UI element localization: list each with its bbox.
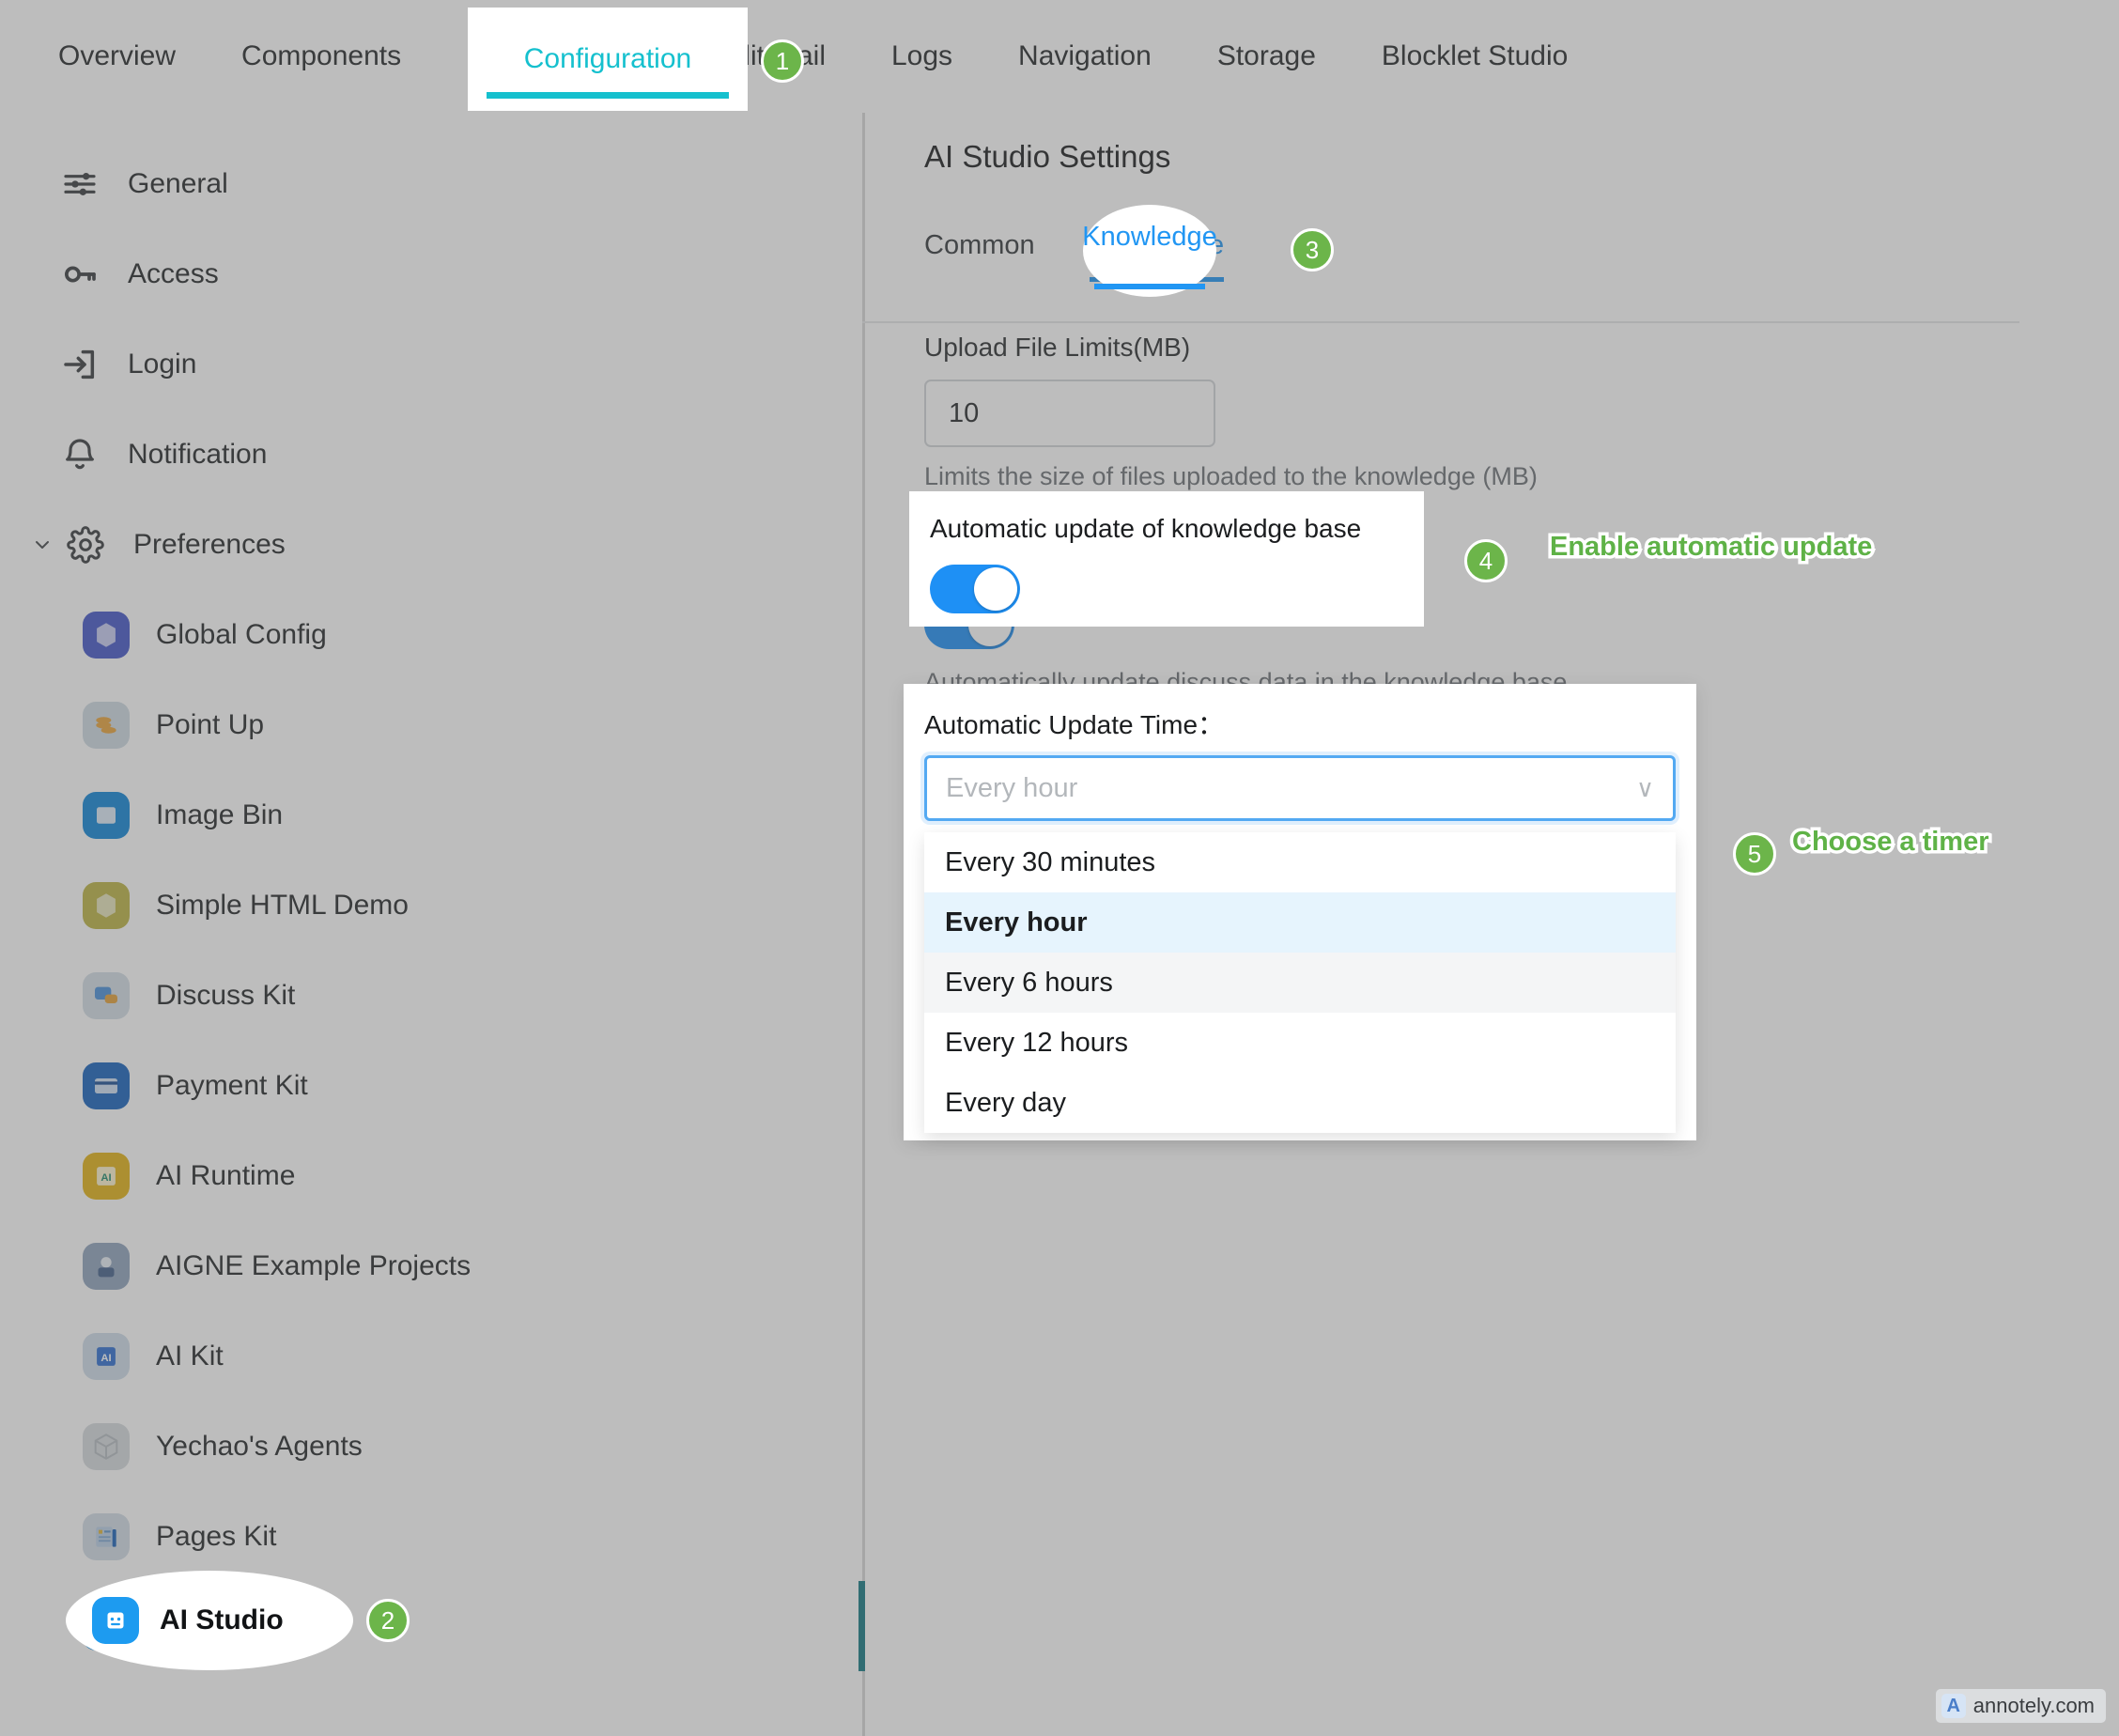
sidebar-item-point-up[interactable]: Point Up xyxy=(0,680,862,770)
sidebar-item-pages-kit[interactable]: Pages Kit xyxy=(0,1492,862,1582)
update-time-option[interactable]: Every day xyxy=(924,1073,1676,1133)
image-bin-icon xyxy=(83,792,130,839)
topnav-item-logs[interactable]: Logs xyxy=(891,40,952,72)
sidebar-item-label: AIGNE Example Projects xyxy=(156,1250,471,1282)
highlight-ai-studio-label: AI Studio xyxy=(160,1604,284,1636)
annotation-badge-1: 1 xyxy=(761,39,804,83)
sidebar-item-label: Access xyxy=(128,258,219,290)
highlight-auto-update-label: Automatic update of knowledge base xyxy=(930,514,1424,544)
sidebar-item-access[interactable]: Access xyxy=(0,229,862,319)
sidebar-item-label: Yechao's Agents xyxy=(156,1431,363,1463)
gear-icon xyxy=(64,523,107,566)
sidebar-item-label: Login xyxy=(128,349,196,380)
topnav-item-overview[interactable]: Overview xyxy=(58,40,176,72)
watermark-label: annotely.com xyxy=(1973,1694,2095,1718)
annotation-badge-3: 3 xyxy=(1291,228,1334,271)
sidebar: General Access Login xyxy=(0,113,862,1736)
bell-icon xyxy=(58,433,101,476)
highlight-configuration-underline xyxy=(487,92,729,99)
upload-limit-helper: Limits the size of files uploaded to the… xyxy=(924,462,2081,491)
sidebar-item-label: Payment Kit xyxy=(156,1070,308,1102)
sidebar-item-payment-kit[interactable]: Payment Kit xyxy=(0,1041,862,1131)
sidebar-item-label: AI Runtime xyxy=(156,1160,295,1192)
ai-studio-chip-icon xyxy=(92,1597,139,1644)
update-time-option[interactable]: Every hour xyxy=(924,892,1676,953)
topnav-item-navigation[interactable]: Navigation xyxy=(1018,40,1152,72)
sidebar-item-label: Image Bin xyxy=(156,799,283,831)
sliders-icon xyxy=(58,163,101,206)
update-time-option[interactable]: Every 30 minutes xyxy=(924,832,1676,892)
annotation-badge-4: 4 xyxy=(1464,539,1508,582)
annotation-badge-5: 5 xyxy=(1733,832,1776,876)
sidebar-item-general[interactable]: General xyxy=(0,139,862,229)
sidebar-item-image-bin[interactable]: Image Bin xyxy=(0,770,862,860)
sidebar-item-login[interactable]: Login xyxy=(0,319,862,410)
topnav-item-components[interactable]: Components xyxy=(241,40,401,72)
sidebar-item-simple-html-demo[interactable]: Simple HTML Demo xyxy=(0,860,862,951)
tabs-underline-rule xyxy=(862,321,2019,323)
topnav-item-blocklet-studio[interactable]: Blocklet Studio xyxy=(1382,40,1568,72)
svg-text:AI: AI xyxy=(101,1353,111,1364)
top-navigation: Overview Components Configuration Audit … xyxy=(0,0,2119,113)
credit-card-icon xyxy=(83,1062,130,1109)
global-config-icon xyxy=(83,612,130,659)
sidebar-item-label: Discuss Kit xyxy=(156,980,295,1012)
sidebar-item-label: AI Kit xyxy=(156,1341,224,1372)
aigne-icon xyxy=(83,1243,130,1290)
highlight-ai-studio-row[interactable]: AI Studio xyxy=(66,1571,353,1670)
sidebar-item-label: Preferences xyxy=(133,529,286,561)
sidebar-item-aigne-example-projects[interactable]: AIGNE Example Projects xyxy=(0,1221,862,1311)
upload-limit-label: Upload File Limits(MB) xyxy=(924,333,2081,363)
html-demo-icon xyxy=(83,882,130,929)
highlight-auto-update-content: Automatic update of knowledge base xyxy=(909,491,1424,627)
sidebar-item-notification[interactable]: Notification xyxy=(0,410,862,500)
update-time-select[interactable]: Every hour ∨ xyxy=(924,755,1676,821)
ai-kit-chip-icon: AI xyxy=(83,1333,130,1380)
sidebar-item-label: Point Up xyxy=(156,709,264,741)
sidebar-item-label: Simple HTML Demo xyxy=(156,890,409,922)
sidebar-item-label: Global Config xyxy=(156,619,327,651)
ai-chip-icon: AI xyxy=(83,1153,130,1200)
toggle-knob xyxy=(974,567,1017,611)
update-time-panel: Automatic Update Time： Every hour ∨ Ever… xyxy=(904,684,1696,1140)
annotation-callout-choose-a-timer: Choose a timer xyxy=(1792,827,1989,858)
pages-icon xyxy=(83,1513,130,1560)
sidebar-item-ai-kit[interactable]: AI AI Kit xyxy=(0,1311,862,1402)
key-icon xyxy=(58,253,101,296)
sidebar-item-yechaos-agents[interactable]: Yechao's Agents xyxy=(0,1402,862,1492)
coins-icon xyxy=(83,702,130,749)
highlight-auto-update-switch[interactable] xyxy=(930,565,1020,613)
highlight-knowledge-underline xyxy=(1094,284,1205,289)
sidebar-item-global-config[interactable]: Global Config xyxy=(0,590,862,680)
topnav-item-storage[interactable]: Storage xyxy=(1217,40,1316,72)
watermark: A annotely.com xyxy=(1936,1689,2106,1723)
update-time-label: Automatic Update Time： xyxy=(924,705,1676,742)
annotation-badge-2: 2 xyxy=(366,1599,410,1642)
cube-icon xyxy=(83,1423,130,1470)
update-time-option[interactable]: Every 6 hours xyxy=(924,953,1676,1013)
page-title: AI Studio Settings xyxy=(924,139,2081,175)
upload-limit-input[interactable]: 10 xyxy=(924,380,1215,447)
chevron-down-icon[interactable] xyxy=(30,533,54,557)
update-time-select-value: Every hour xyxy=(946,773,1636,804)
chevron-down-icon: ∨ xyxy=(1636,774,1654,803)
tab-common[interactable]: Common xyxy=(924,230,1035,282)
svg-text:AI: AI xyxy=(101,1172,111,1184)
update-time-option[interactable]: Every 12 hours xyxy=(924,1013,1676,1073)
annotely-logo-icon: A xyxy=(1941,1694,1966,1718)
chat-bubble-icon xyxy=(83,972,130,1019)
sidebar-item-discuss-kit[interactable]: Discuss Kit xyxy=(0,951,862,1041)
sidebar-item-preferences[interactable]: Preferences xyxy=(0,500,862,590)
sidebar-item-label: Pages Kit xyxy=(156,1521,276,1553)
sidebar-item-ai-runtime[interactable]: AI AI Runtime xyxy=(0,1131,862,1221)
annotation-callout-enable-automatic-update: Enable automatic update xyxy=(1550,532,1872,563)
login-arrow-icon xyxy=(58,343,101,386)
sidebar-item-label: Notification xyxy=(128,439,267,471)
sidebar-item-label: General xyxy=(128,168,228,200)
update-time-options-list: Every 30 minutes Every hour Every 6 hour… xyxy=(924,832,1676,1133)
